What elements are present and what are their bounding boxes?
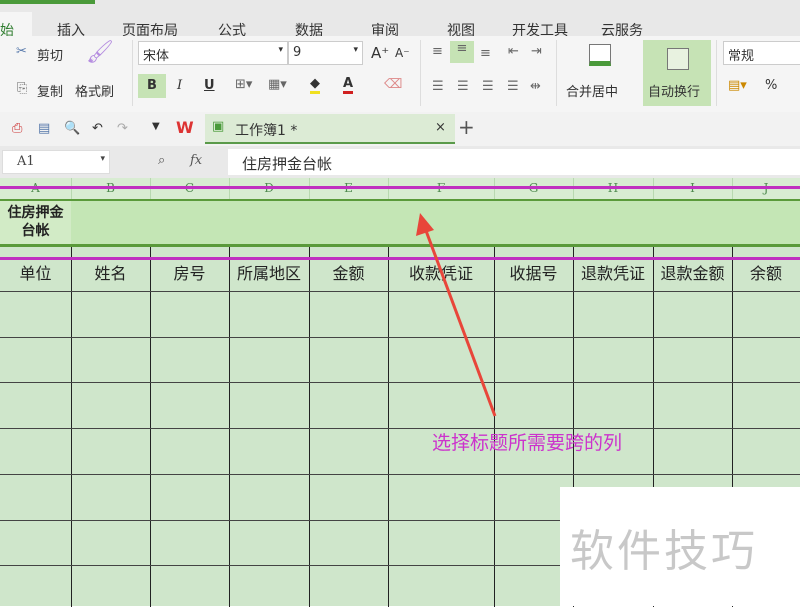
annotation-text: 选择标题所需要跨的列 [432, 432, 623, 454]
watermark-box: 软件技巧 [560, 487, 800, 606]
watermark-text: 软件技巧 [570, 526, 758, 577]
